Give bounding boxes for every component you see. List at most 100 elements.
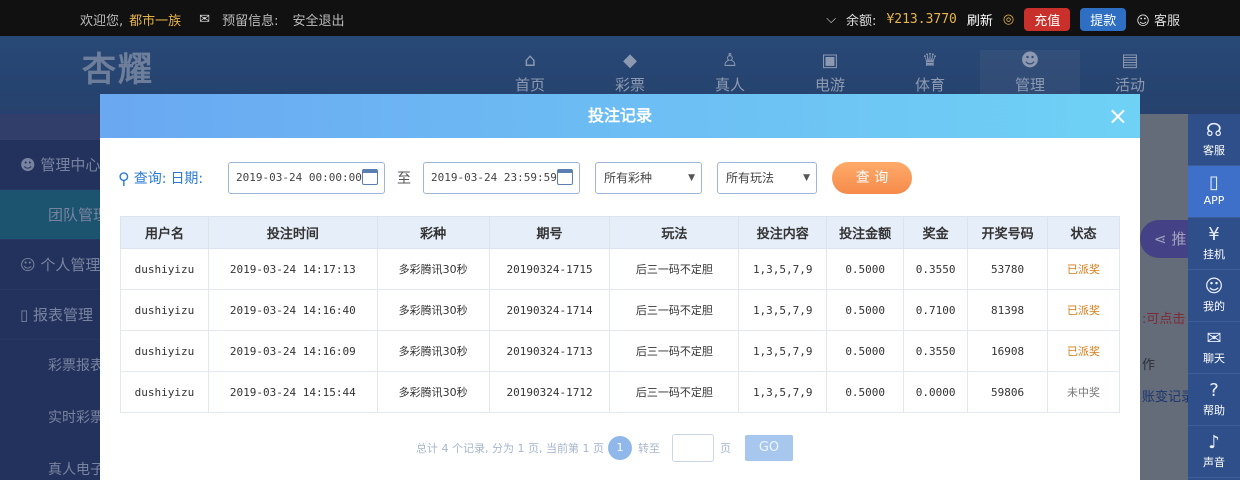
sound-icon: ♪ — [1208, 432, 1220, 453]
cell-prize: 0.3550 — [903, 248, 969, 290]
query-button[interactable]: 查 询 — [832, 162, 912, 194]
floating-toolbar: ☊ 客服 ▯ APP ¥ 挂机 ☺ 我的 ✉ 聊天 ? 帮助 ♪ 声音 — [1188, 114, 1240, 480]
calendar-icon[interactable] — [557, 169, 573, 185]
refresh-link[interactable]: 刷新 — [967, 10, 993, 29]
column-header: 开奖号码 — [967, 216, 1049, 249]
pagination: 总计 4 个记录, 分为 1 页, 当前第 1 页 1 转至 页 GO — [416, 434, 793, 462]
end-date-value: 2019-03-24 23:59:59 — [431, 171, 557, 184]
cell-username: dushiyizu — [120, 248, 209, 290]
floatbar-label: 挂机 — [1203, 248, 1225, 261]
floatbar-label: 客服 — [1203, 144, 1225, 157]
cell-amount: 0.5000 — [826, 248, 905, 290]
bet-records-modal: 投注记录 × ⚲ 查询: 日期: 2019-03-24 00:00:00 至 2… — [100, 94, 1140, 480]
to-label: 至 — [397, 171, 411, 187]
end-date-input[interactable]: 2019-03-24 23:59:59 — [423, 162, 580, 194]
cell-bet-time: 2019-03-24 14:16:09 — [207, 330, 378, 372]
help-icon: ? — [1209, 380, 1219, 401]
table-row[interactable]: dushiyizu 2019-03-24 14:16:40 多彩腾讯30秒 20… — [120, 289, 1120, 331]
logout-link[interactable]: 安全退出 — [292, 10, 344, 29]
robot-icon: ¥ — [1208, 224, 1220, 245]
cell-play: 后三一码不定胆 — [609, 248, 740, 290]
reserved-info-link[interactable]: 预留信息: — [222, 10, 278, 29]
floatbar-label: 帮助 — [1203, 404, 1225, 417]
search-icon: ⚲ — [118, 168, 130, 188]
cell-amount: 0.5000 — [826, 330, 905, 372]
column-header: 期号 — [488, 216, 611, 249]
play-type-value: 所有玩法 — [726, 171, 775, 185]
play-type-select[interactable]: 所有玩法 ▼ — [717, 162, 817, 194]
cell-bet-time: 2019-03-24 14:15:44 — [207, 371, 378, 413]
query-label-text: 查询: — [133, 171, 167, 187]
column-header: 玩法 — [609, 216, 740, 249]
floatbar-help[interactable]: ? 帮助 — [1188, 374, 1240, 426]
cell-status: 未中奖 — [1047, 371, 1120, 413]
cell-lottery: 多彩腾讯30秒 — [376, 248, 490, 290]
cell-draw-number: 59806 — [967, 371, 1049, 413]
balance-label: 余额: — [846, 14, 877, 29]
page-unit-label: 页 — [719, 442, 731, 455]
cell-amount: 0.5000 — [826, 289, 905, 331]
jump-label: 转至 — [637, 442, 660, 455]
customer-service-link[interactable]: ☺ 客服 — [1136, 10, 1180, 29]
start-date-value: 2019-03-24 00:00:00 — [236, 171, 362, 184]
cell-content: 1,3,5,7,9 — [738, 330, 828, 372]
floatbar-chat[interactable]: ✉ 聊天 — [1188, 322, 1240, 374]
jump-page-input[interactable] — [671, 434, 714, 462]
cell-status: 已派奖 — [1047, 289, 1120, 331]
cell-draw-number: 81398 — [967, 289, 1049, 331]
chat-icon: ✉ — [1206, 328, 1222, 349]
username-link[interactable]: 都市一族 — [129, 10, 181, 29]
page-number-current[interactable]: 1 — [607, 436, 632, 460]
table-row[interactable]: dushiyizu 2019-03-24 14:16:09 多彩腾讯30秒 20… — [120, 330, 1120, 372]
floatbar-sound[interactable]: ♪ 声音 — [1188, 426, 1240, 478]
cell-draw-number: 16908 — [967, 330, 1049, 372]
calendar-icon[interactable] — [362, 169, 378, 185]
cell-content: 1,3,5,7,9 — [738, 248, 828, 290]
go-button[interactable]: GO — [744, 435, 793, 461]
start-date-input[interactable]: 2019-03-24 00:00:00 — [228, 162, 385, 194]
table-row[interactable]: dushiyizu 2019-03-24 14:15:44 多彩腾讯30秒 20… — [120, 371, 1120, 413]
floatbar-auto[interactable]: ¥ 挂机 — [1188, 218, 1240, 270]
withdraw-button[interactable]: 提款 — [1080, 8, 1127, 31]
column-header: 奖金 — [903, 216, 969, 249]
modal-header: 投注记录 × — [100, 94, 1140, 138]
cell-lottery: 多彩腾讯30秒 — [376, 289, 490, 331]
column-header: 投注内容 — [738, 216, 828, 249]
chat-icon: ☺ — [1136, 14, 1150, 29]
cell-draw-number: 53780 — [967, 248, 1049, 290]
cell-lottery: 多彩腾讯30秒 — [376, 371, 490, 413]
chevron-down-icon: ▼ — [803, 173, 810, 183]
cell-issue: 20190324-1713 — [488, 330, 611, 372]
bet-records-table: 用户名 投注时间 彩种 期号 玩法 投注内容 投注金额 奖金 开奖号码 状态 d… — [120, 216, 1120, 413]
cell-lottery: 多彩腾讯30秒 — [376, 330, 490, 372]
cell-prize: 0.0000 — [903, 371, 969, 413]
cell-prize: 0.3550 — [903, 330, 969, 372]
floatbar-label: 我的 — [1203, 300, 1225, 313]
cell-username: dushiyizu — [120, 330, 209, 372]
balance-value: ¥213.3770 — [886, 12, 957, 27]
chevron-down-icon[interactable]: ⌵ — [826, 12, 836, 27]
floatbar-mine[interactable]: ☺ 我的 — [1188, 270, 1240, 322]
cell-bet-time: 2019-03-24 14:17:13 — [207, 248, 378, 290]
table-header-row: 用户名 投注时间 彩种 期号 玩法 投注内容 投注金额 奖金 开奖号码 状态 — [120, 216, 1120, 249]
headset-icon: ☊ — [1206, 120, 1222, 141]
query-label: ⚲ 查询: 日期: — [118, 168, 228, 188]
cell-play: 后三一码不定胆 — [609, 371, 740, 413]
column-header: 投注时间 — [207, 216, 378, 249]
pager-summary: 总计 4 个记录, 分为 1 页, 当前第 1 页 — [416, 442, 604, 455]
top-bar: 欢迎您, 都市一族 ✉ 预留信息: 安全退出 ⌵ 余额: ¥213.3770 刷… — [0, 0, 1240, 36]
mail-icon[interactable]: ✉ — [199, 12, 210, 27]
cell-username: dushiyizu — [120, 289, 209, 331]
floatbar-app[interactable]: ▯ APP — [1188, 166, 1240, 218]
column-header: 投注金额 — [826, 216, 905, 249]
floatbar-label: APP — [1203, 194, 1225, 207]
floatbar-service[interactable]: ☊ 客服 — [1188, 114, 1240, 166]
table-row[interactable]: dushiyizu 2019-03-24 14:17:13 多彩腾讯30秒 20… — [120, 248, 1120, 290]
recharge-button[interactable]: 充值 — [1024, 8, 1071, 31]
eye-slash-icon[interactable]: ◎ — [1003, 12, 1014, 27]
cell-issue: 20190324-1715 — [488, 248, 611, 290]
query-bar: ⚲ 查询: 日期: 2019-03-24 00:00:00 至 2019-03-… — [118, 162, 912, 194]
close-icon[interactable]: × — [1108, 94, 1128, 138]
lottery-type-select[interactable]: 所有彩种 ▼ — [595, 162, 702, 194]
chevron-down-icon: ▼ — [688, 173, 695, 183]
